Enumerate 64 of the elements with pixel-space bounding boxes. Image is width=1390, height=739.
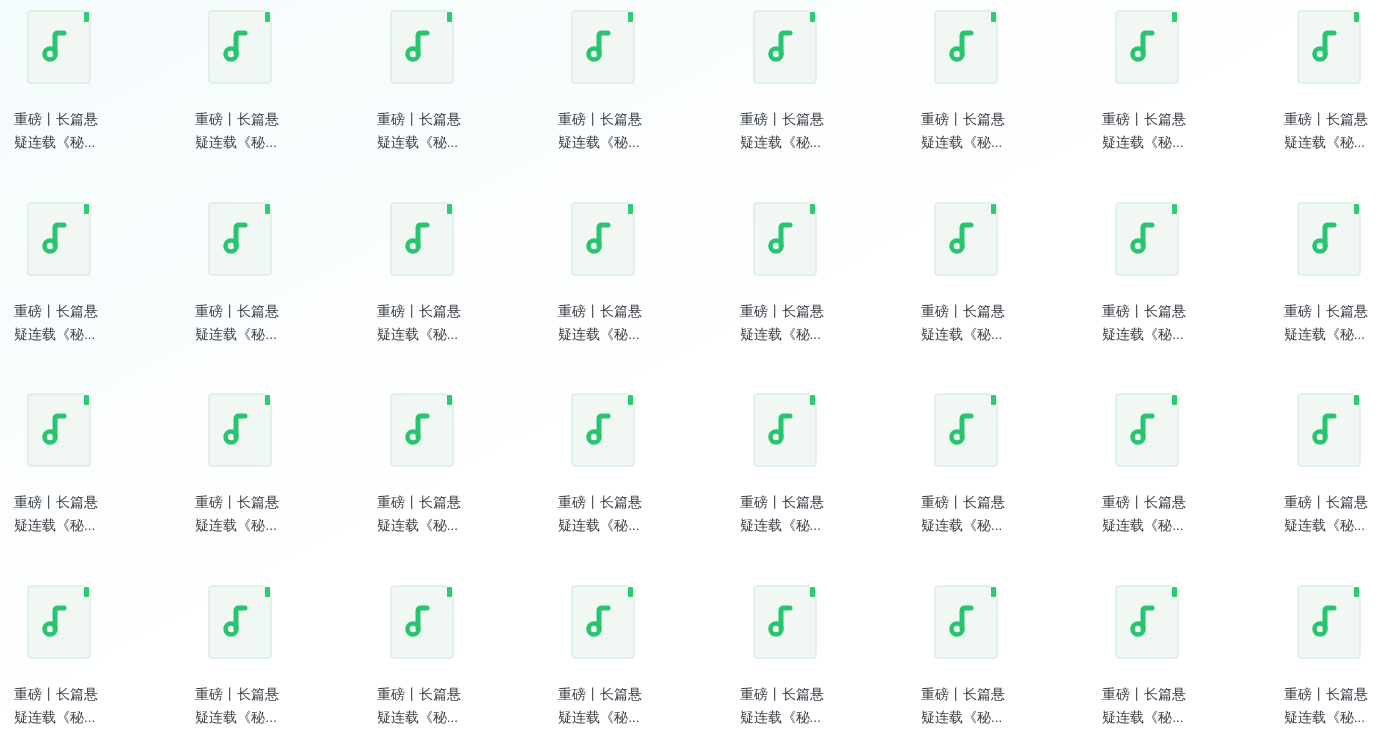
audio-file-icon [208, 393, 273, 467]
file-name[interactable]: 重磅丨长篇悬疑连载《秘... [1283, 682, 1372, 729]
audio-file-icon [752, 393, 817, 467]
file-name[interactable]: 重磅丨长篇悬疑连载《秘... [558, 108, 647, 154]
file-name[interactable]: 重磅丨长篇悬疑连载《秘... [195, 108, 284, 154]
file-name[interactable]: 重磅丨长篇悬疑连载《秘... [739, 299, 828, 346]
audio-file-icon [208, 201, 273, 276]
file-name[interactable]: 重磅丨长篇悬疑连载《秘... [14, 299, 102, 346]
file-name[interactable]: 重磅丨长篇悬疑连载《秘... [1102, 682, 1191, 729]
audio-file-icon [752, 584, 817, 659]
audio-file-icon [27, 584, 91, 659]
audio-file-icon [752, 10, 817, 84]
audio-file-icon [389, 201, 454, 276]
file-name[interactable]: 重磅丨长篇悬疑连载《秘... [376, 299, 465, 346]
file-name[interactable]: 重磅丨长篇悬疑连载《秘... [739, 108, 828, 154]
audio-file-icon [1115, 584, 1180, 659]
file-name[interactable]: 重磅丨长篇悬疑连载《秘... [1102, 491, 1191, 537]
audio-file-icon [389, 584, 454, 659]
audio-file-icon [1115, 201, 1180, 276]
file-name[interactable]: 重磅丨长篇悬疑连载《秘... [14, 108, 102, 154]
audio-file-icon [1115, 10, 1180, 84]
file-name[interactable]: 重磅丨长篇悬疑连载《秘... [195, 491, 284, 537]
audio-file-icon [933, 10, 998, 84]
audio-file-icon [571, 393, 636, 467]
audio-file-icon [1296, 10, 1361, 84]
audio-file-icon [752, 201, 817, 276]
audio-file-icon [933, 393, 998, 467]
file-name[interactable]: 重磅丨长篇悬疑连载《秘... [1102, 108, 1191, 154]
file-name[interactable]: 重磅丨长篇悬疑连载《秘... [1283, 491, 1372, 537]
audio-file-icon [1296, 201, 1361, 276]
file-name[interactable]: 重磅丨长篇悬疑连载《秘... [376, 108, 465, 154]
file-name[interactable]: 重磅丨长篇悬疑连载《秘... [920, 491, 1009, 537]
file-name[interactable]: 重磅丨长篇悬疑连载《秘... [558, 682, 647, 729]
audio-file-icon [933, 201, 998, 276]
audio-file-icon [571, 201, 636, 276]
file-name[interactable]: 重磅丨长篇悬疑连载《秘... [1102, 299, 1191, 346]
file-name[interactable]: 重磅丨长篇悬疑连载《秘... [920, 299, 1009, 346]
file-name[interactable]: 重磅丨长篇悬疑连载《秘... [920, 108, 1009, 154]
file-name[interactable]: 重磅丨长篇悬疑连载《秘... [376, 491, 465, 537]
audio-file-icon [27, 201, 91, 276]
audio-file-icon [208, 584, 273, 659]
file-name[interactable]: 重磅丨长篇悬疑连载《秘... [14, 682, 102, 729]
file-name[interactable]: 重磅丨长篇悬疑连载《秘... [376, 682, 465, 729]
audio-file-icon [389, 10, 454, 84]
file-name[interactable]: 重磅丨长篇悬疑连载《秘... [14, 491, 102, 537]
audio-file-icon [389, 393, 454, 467]
audio-file-icon [208, 10, 273, 84]
file-name[interactable]: 重磅丨长篇悬疑连载《秘... [1283, 299, 1372, 346]
file-name[interactable]: 重磅丨长篇悬疑连载《秘... [195, 682, 284, 729]
audio-file-icon [27, 10, 91, 84]
audio-file-icon [571, 10, 636, 84]
file-name[interactable]: 重磅丨长篇悬疑连载《秘... [739, 682, 828, 729]
file-name[interactable]: 重磅丨长篇悬疑连载《秘... [1283, 108, 1372, 154]
file-name[interactable]: 重磅丨长篇悬疑连载《秘... [195, 299, 284, 346]
audio-file-icon [27, 393, 91, 467]
file-name[interactable]: 重磅丨长篇悬疑连载《秘... [558, 299, 647, 346]
audio-file-icon [1296, 393, 1361, 467]
audio-file-icon [1296, 584, 1361, 659]
audio-file-icon [571, 584, 636, 659]
file-name[interactable]: 重磅丨长篇悬疑连载《秘... [558, 491, 647, 537]
file-name[interactable]: 重磅丨长篇悬疑连载《秘... [739, 491, 828, 537]
file-name[interactable]: 重磅丨长篇悬疑连载《秘... [920, 682, 1009, 729]
audio-file-icon [933, 584, 998, 659]
audio-file-icon [1115, 393, 1180, 467]
